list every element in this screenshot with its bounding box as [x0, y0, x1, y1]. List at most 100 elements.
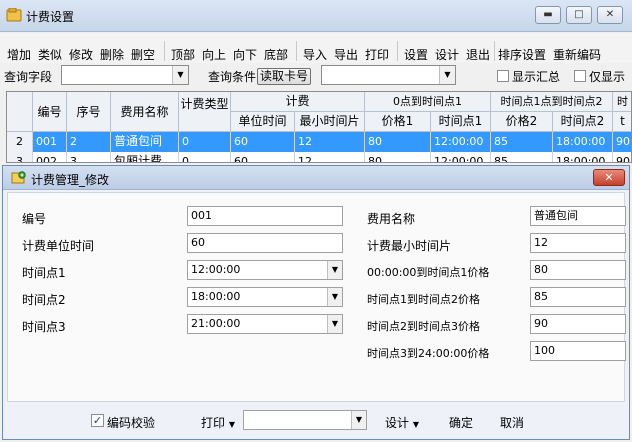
cell-time2[interactable]: 18:00:00 [553, 132, 613, 152]
show-only-label: 仅显示 [589, 70, 626, 84]
cell-name[interactable]: 普通包间 [111, 132, 179, 152]
chevron-down-icon[interactable]: ▼ [327, 261, 342, 279]
cell-price1[interactable]: 80 [365, 132, 431, 152]
column-header-more[interactable]: t [613, 112, 631, 132]
column-header-period2[interactable]: 时间点1点到时间点2 [491, 92, 613, 112]
modify-button[interactable]: 修改 [69, 46, 93, 63]
main-title-bar: 计费设置 ▬ □ ✕ [0, 0, 632, 32]
row-index-cell: 3 [7, 152, 33, 162]
show-only-checkbox[interactable] [574, 70, 586, 82]
price3-field[interactable]: 90 [530, 314, 626, 334]
column-header-period1[interactable]: 0点到时间点1 [365, 92, 491, 112]
cell-num[interactable]: 002 [33, 152, 67, 162]
design-button[interactable]: 设计 [435, 46, 459, 63]
column-header-price2[interactable]: 价格2 [491, 112, 553, 132]
export-button[interactable]: 导出 [334, 46, 358, 63]
cell-type[interactable]: 0 [179, 152, 231, 162]
cell-num[interactable]: 001 [33, 132, 67, 152]
verify-code-checkbox[interactable]: ✓ [91, 414, 104, 427]
clear-button[interactable]: 删空 [131, 46, 155, 63]
cell-unit[interactable]: 60 [231, 152, 295, 162]
settings-button[interactable]: 设置 [404, 46, 428, 63]
cell-seq[interactable]: 3 [67, 152, 111, 162]
cell-price2[interactable]: 85 [491, 132, 553, 152]
read-card-button[interactable]: 读取卡号 [257, 68, 311, 85]
toolbar-separator [164, 41, 165, 61]
edit-dialog: 计费管理_修改 ✕ 编号 001 计费单位时间 60 时间点1 12:00:00… [2, 165, 630, 440]
top-button[interactable]: 顶部 [171, 46, 195, 63]
column-header-time2[interactable]: 时间点2 [553, 112, 613, 132]
num-field[interactable]: 001 [187, 206, 343, 226]
ok-button[interactable]: 确定 [449, 414, 473, 431]
column-header-min[interactable]: 最小时间片 [295, 112, 365, 132]
print-dropdown-button[interactable]: 打印 ▼ [201, 414, 235, 431]
design-dropdown-button[interactable]: 设计 ▼ [385, 414, 419, 431]
price1-field[interactable]: 80 [530, 260, 626, 280]
column-header-period3[interactable]: 时 [613, 92, 631, 112]
bottom-button[interactable]: 底部 [264, 46, 288, 63]
cell-unit[interactable]: 60 [231, 132, 295, 152]
close-button[interactable]: ✕ [597, 6, 623, 24]
exit-button[interactable]: 退出 [466, 46, 490, 63]
cell-type[interactable]: 0 [179, 132, 231, 152]
time3-select[interactable]: 21:00:00 ▼ [187, 314, 343, 334]
sort-settings-button[interactable]: 排序设置 [498, 46, 546, 63]
price2-label: 时间点1到时间点2价格 [367, 293, 480, 306]
dialog-close-button[interactable]: ✕ [593, 169, 625, 186]
add-button[interactable]: 增加 [7, 46, 31, 63]
chevron-down-icon[interactable]: ▼ [327, 315, 342, 333]
chevron-down-icon[interactable]: ▼ [327, 288, 342, 306]
column-header-name[interactable]: 费用名称 [111, 92, 179, 132]
chevron-down-icon[interactable]: ▼ [439, 66, 455, 84]
column-header-time1[interactable]: 时间点1 [431, 112, 491, 132]
cell-price1[interactable]: 80 [365, 152, 431, 162]
column-header-seq[interactable]: 序号 [67, 92, 111, 132]
column-header-type[interactable]: 计费类型 [179, 92, 231, 132]
cell-min[interactable]: 12 [295, 152, 365, 162]
dialog-title: 计费管理_修改 [31, 173, 110, 187]
min-slice-field[interactable]: 12 [530, 233, 626, 253]
time1-select[interactable]: 12:00:00 ▼ [187, 260, 343, 280]
cancel-button[interactable]: 取消 [500, 414, 524, 431]
cell-name[interactable]: 包厢计费 [111, 152, 179, 162]
cell-seq[interactable]: 2 [67, 132, 111, 152]
price4-field[interactable]: 100 [530, 341, 626, 361]
time2-label: 时间点2 [22, 293, 66, 307]
import-button[interactable]: 导入 [303, 46, 327, 63]
print-template-select[interactable]: ▼ [243, 410, 367, 430]
cell-more[interactable]: 90 [613, 132, 631, 152]
show-summary-checkbox[interactable] [497, 70, 509, 82]
toolbar-separator [296, 41, 297, 61]
recode-button[interactable]: 重新编码 [553, 46, 601, 63]
toolbar-separator [397, 41, 398, 61]
print-button[interactable]: 打印 [365, 46, 389, 63]
column-header-num[interactable]: 编号 [33, 92, 67, 132]
cell-time1[interactable]: 12:00:00 [431, 152, 491, 162]
cell-time1[interactable]: 12:00:00 [431, 132, 491, 152]
chevron-down-icon[interactable]: ▼ [351, 411, 366, 429]
dialog-title-bar: 计费管理_修改 ✕ [3, 166, 629, 190]
down-button[interactable]: 向下 [233, 46, 257, 63]
unit-time-field[interactable]: 60 [187, 233, 343, 253]
column-header-unit[interactable]: 单位时间 [231, 112, 295, 132]
query-condition-select[interactable]: ▼ [321, 65, 456, 85]
column-header-price1[interactable]: 价格1 [365, 112, 431, 132]
time3-label: 时间点3 [22, 320, 66, 334]
price2-field[interactable]: 85 [530, 287, 626, 307]
cell-more[interactable]: 90 [613, 152, 631, 162]
time2-select[interactable]: 18:00:00 ▼ [187, 287, 343, 307]
min-slice-label: 计费最小时间片 [367, 239, 452, 253]
column-header-billing[interactable]: 计费 [231, 92, 365, 112]
cell-price2[interactable]: 85 [491, 152, 553, 162]
query-field-select[interactable]: ▼ [61, 65, 189, 85]
up-button[interactable]: 向上 [202, 46, 226, 63]
caret-down-icon: ▼ [228, 420, 235, 429]
cell-time2[interactable]: 18:00:00 [553, 152, 613, 162]
maximize-button[interactable]: □ [566, 6, 592, 24]
fee-name-field[interactable]: 普通包间 [530, 206, 626, 226]
similar-button[interactable]: 类似 [38, 46, 62, 63]
minimize-button[interactable]: ▬ [535, 6, 561, 24]
delete-button[interactable]: 删除 [100, 46, 124, 63]
cell-min[interactable]: 12 [295, 132, 365, 152]
chevron-down-icon[interactable]: ▼ [172, 66, 188, 84]
